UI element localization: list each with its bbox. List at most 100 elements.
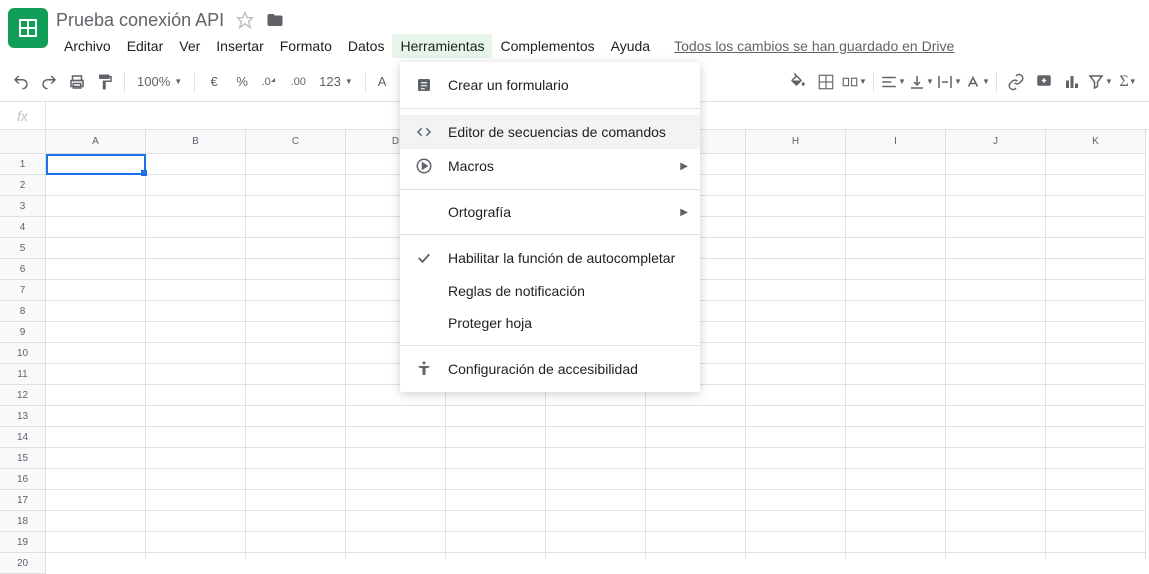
percent-button[interactable]: %: [229, 69, 255, 95]
cell[interactable]: [346, 532, 446, 553]
cell[interactable]: [746, 238, 846, 259]
cell[interactable]: [546, 532, 646, 553]
cell[interactable]: [46, 280, 146, 301]
cell[interactable]: [646, 490, 746, 511]
cell[interactable]: [246, 532, 346, 553]
cell[interactable]: [146, 406, 246, 427]
cell[interactable]: [946, 364, 1046, 385]
menu-item-herramientas[interactable]: Herramientas: [392, 34, 492, 58]
cell[interactable]: [446, 469, 546, 490]
cell[interactable]: [246, 553, 346, 559]
cell[interactable]: [846, 343, 946, 364]
filter-button[interactable]: ▼: [1087, 69, 1113, 95]
cell[interactable]: [746, 259, 846, 280]
cell[interactable]: [446, 553, 546, 559]
cell[interactable]: [1046, 448, 1146, 469]
cell[interactable]: [646, 553, 746, 559]
cell[interactable]: [246, 511, 346, 532]
cell[interactable]: [646, 511, 746, 532]
cell[interactable]: [146, 511, 246, 532]
functions-button[interactable]: Σ▼: [1115, 69, 1141, 95]
currency-button[interactable]: €: [201, 69, 227, 95]
cell[interactable]: [1046, 322, 1146, 343]
cell[interactable]: [846, 490, 946, 511]
text-wrap-button[interactable]: ▼: [936, 69, 962, 95]
cell[interactable]: [46, 154, 146, 175]
menu-item-insertar[interactable]: Insertar: [208, 34, 271, 58]
cell[interactable]: [846, 427, 946, 448]
cell[interactable]: [346, 427, 446, 448]
cell[interactable]: [846, 259, 946, 280]
cell[interactable]: [1046, 511, 1146, 532]
cell[interactable]: [946, 343, 1046, 364]
cell[interactable]: [1046, 553, 1146, 559]
cell[interactable]: [1046, 154, 1146, 175]
cell[interactable]: [846, 406, 946, 427]
row-header[interactable]: 19: [0, 532, 46, 553]
v-align-button[interactable]: ▼: [908, 69, 934, 95]
row-header[interactable]: 8: [0, 301, 46, 322]
cell[interactable]: [446, 448, 546, 469]
cell[interactable]: [246, 448, 346, 469]
cell[interactable]: [746, 448, 846, 469]
cell[interactable]: [746, 469, 846, 490]
cell[interactable]: [246, 406, 346, 427]
cell[interactable]: [1046, 532, 1146, 553]
cell[interactable]: [246, 280, 346, 301]
cell[interactable]: [1046, 364, 1146, 385]
cell[interactable]: [246, 238, 346, 259]
cell[interactable]: [946, 301, 1046, 322]
row-header[interactable]: 2: [0, 175, 46, 196]
cell[interactable]: [46, 217, 146, 238]
cell[interactable]: [46, 385, 146, 406]
menu-item-ayuda[interactable]: Ayuda: [603, 34, 658, 58]
row-header[interactable]: 3: [0, 196, 46, 217]
cell[interactable]: [846, 364, 946, 385]
cell[interactable]: [146, 217, 246, 238]
cell[interactable]: [1046, 469, 1146, 490]
number-format-select[interactable]: 123▼: [313, 74, 359, 89]
row-header[interactable]: 4: [0, 217, 46, 238]
cell[interactable]: [746, 427, 846, 448]
column-header[interactable]: I: [846, 130, 946, 154]
cell[interactable]: [846, 532, 946, 553]
paint-format-button[interactable]: [92, 69, 118, 95]
cell[interactable]: [1046, 238, 1146, 259]
column-header[interactable]: A: [46, 130, 146, 154]
cell[interactable]: [1046, 427, 1146, 448]
cell[interactable]: [46, 511, 146, 532]
cell[interactable]: [446, 406, 546, 427]
borders-button[interactable]: [813, 69, 839, 95]
cell[interactable]: [946, 406, 1046, 427]
cell[interactable]: [146, 259, 246, 280]
select-all-corner[interactable]: [0, 130, 46, 154]
cell[interactable]: [646, 427, 746, 448]
cell[interactable]: [246, 343, 346, 364]
cell[interactable]: [246, 259, 346, 280]
row-header[interactable]: 11: [0, 364, 46, 385]
cell[interactable]: [46, 343, 146, 364]
fill-color-button[interactable]: [785, 69, 811, 95]
row-header[interactable]: 1: [0, 154, 46, 175]
cell[interactable]: [746, 154, 846, 175]
cell[interactable]: [546, 469, 646, 490]
cell[interactable]: [746, 406, 846, 427]
cell[interactable]: [846, 553, 946, 559]
row-header[interactable]: 13: [0, 406, 46, 427]
menu-item-ver[interactable]: Ver: [171, 34, 208, 58]
cell[interactable]: [746, 511, 846, 532]
cell[interactable]: [846, 301, 946, 322]
cell[interactable]: [546, 406, 646, 427]
cell[interactable]: [246, 322, 346, 343]
cell[interactable]: [246, 196, 346, 217]
row-header[interactable]: 7: [0, 280, 46, 301]
save-status[interactable]: Todos los cambios se han guardado en Dri…: [674, 38, 954, 54]
star-icon[interactable]: [236, 11, 254, 29]
cell[interactable]: [46, 196, 146, 217]
cell[interactable]: [746, 490, 846, 511]
cell[interactable]: [746, 553, 846, 559]
cell[interactable]: [1046, 280, 1146, 301]
decrease-decimal-button[interactable]: .0: [257, 69, 283, 95]
column-header[interactable]: B: [146, 130, 246, 154]
cell[interactable]: [946, 322, 1046, 343]
